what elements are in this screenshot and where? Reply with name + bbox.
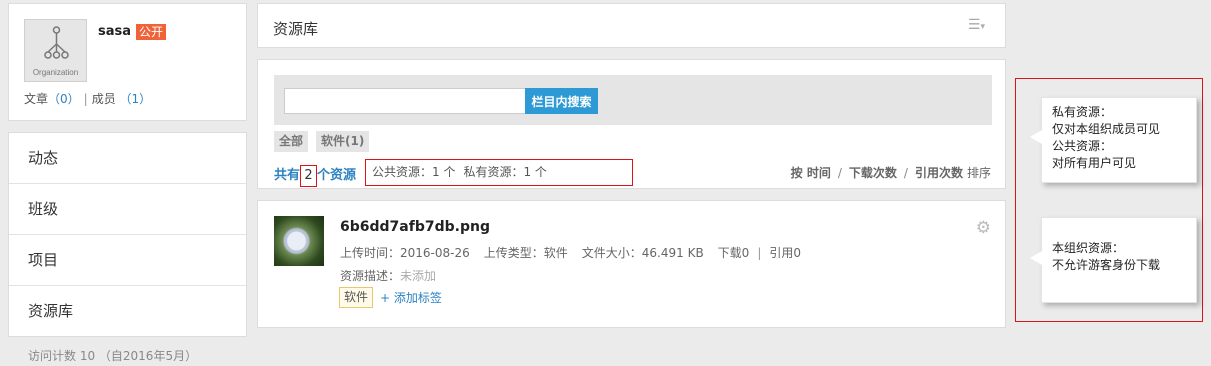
public-badge: 公开 — [136, 24, 167, 40]
resource-description: 资源描述：未添加 — [340, 267, 436, 284]
resource-tag[interactable]: 软件 — [339, 287, 374, 308]
add-tag-link[interactable]: + 添加标签 — [380, 289, 442, 306]
sidebar-item-projects[interactable]: 项目 — [9, 235, 246, 286]
count-breakdown: 公共资源：1 个私有资源：1 个 — [365, 159, 633, 186]
callout-download: 本组织资源： 不允许游客身份下载 — [1030, 217, 1197, 303]
callout-line: 仅对本组织成员可见 — [1052, 122, 1161, 136]
search-button[interactable]: 栏目内搜索 — [525, 88, 598, 114]
search-input[interactable] — [284, 88, 526, 114]
list-menu-icon[interactable]: ☰▾ — [968, 17, 985, 33]
resource-thumbnail[interactable] — [274, 216, 324, 266]
sort-by-time[interactable]: 按 时间 — [791, 166, 831, 180]
filter-software[interactable]: 软件(1) — [316, 131, 370, 152]
articles-label[interactable]: 文章 — [24, 92, 48, 106]
public-count: 公共资源：1 个 — [372, 165, 456, 179]
sidebar-item-resources[interactable]: 资源库 — [9, 286, 246, 337]
sort-label: 排序 — [966, 166, 991, 180]
filter-all[interactable]: 全部 — [274, 131, 309, 152]
file-size: 文件大小：46.491 KB — [581, 246, 704, 260]
sort-by-downloads[interactable]: 下载次数 — [849, 166, 897, 180]
members-label[interactable]: 成员 — [92, 92, 116, 106]
sidebar-nav: 动态 班级 项目 资源库 — [8, 132, 247, 337]
articles-count[interactable]: （0） — [48, 92, 80, 106]
callout-line: 公共资源： — [1052, 139, 1113, 153]
count-suffix: 个资源 — [317, 168, 357, 183]
org-name[interactable]: sasa — [98, 24, 131, 39]
avatar-label: Organization — [32, 68, 79, 77]
count-prefix: 共有 — [274, 168, 301, 183]
search-bar: 栏目内搜索 — [274, 75, 992, 125]
callout-line: 不允许游客身份下载 — [1052, 258, 1161, 272]
page-header: 资源库 ☰▾ — [257, 3, 1006, 48]
resource-card: 6b6dd7afb7db.png 上传时间：2016-08-26 上传类型：软件文… — [257, 200, 1006, 328]
sidebar-item-classes[interactable]: 班级 — [9, 184, 246, 235]
sort-bar: 按 时间 / 下载次数 / 引用次数 排序 — [790, 166, 991, 180]
org-avatar[interactable]: Organization — [24, 19, 87, 82]
visit-counter: 访问计数 10 （自2016年5月） — [28, 349, 198, 363]
organization-icon — [44, 26, 69, 59]
org-stats: 文章（0） | 成员 （1） — [24, 90, 151, 107]
upload-time: 上传时间：2016-08-26 — [340, 246, 470, 260]
meta-separator: | — [757, 246, 762, 260]
resource-count: 共有 2 个资源 — [274, 164, 356, 187]
stats-separator: | — [83, 92, 88, 106]
callout-line: 对所有用户可见 — [1052, 156, 1137, 170]
resource-meta: 上传时间：2016-08-26 上传类型：软件 文件大小：46.491 KB 下载0 |… — [340, 244, 815, 261]
gear-icon[interactable]: ⚙ — [976, 218, 991, 238]
members-count[interactable]: （1） — [120, 92, 152, 106]
desc-value: 未添加 — [400, 269, 437, 283]
resource-file-name[interactable]: 6b6dd7afb7db.png — [340, 219, 490, 235]
page-title: 资源库 — [273, 20, 319, 38]
sort-by-citations[interactable]: 引用次数 — [915, 166, 963, 180]
desc-label: 资源描述： — [340, 269, 401, 283]
count-number: 2 — [300, 165, 318, 187]
callout-line: 本组织资源： — [1052, 241, 1125, 255]
callout-visibility: 私有资源： 仅对本组织成员可见 公共资源： 对所有用户可见 — [1030, 97, 1197, 183]
download-count: 下载0 — [717, 246, 750, 260]
callout-line: 私有资源： — [1052, 105, 1113, 119]
org-profile-card: Organization sasa 公开 文章（0） | 成员 （1） — [8, 3, 247, 121]
sidebar-item-activity[interactable]: 动态 — [9, 133, 246, 184]
citation-count: 引用0 — [769, 246, 801, 260]
upload-type: 上传类型：软件 — [483, 246, 568, 260]
search-panel: 栏目内搜索 全部 软件(1) 共有 2 个资源 公共资源：1 个私有资源：1 个 按… — [257, 59, 1006, 189]
private-count: 私有资源：1 个 — [463, 165, 547, 179]
